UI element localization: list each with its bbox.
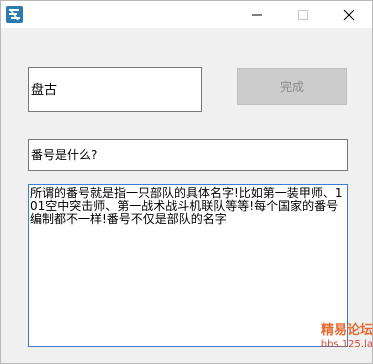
question-input[interactable]: 番号是什么? (28, 139, 348, 171)
app-logo-icon (6, 6, 23, 23)
forum-watermark: 精易论坛 bbs.125.la (297, 324, 373, 352)
app-window: 盘古 完成 番号是什么? 所谓的番号就是指一只部队的具体名字!比如第一装甲师、1… (0, 0, 373, 364)
watermark-title: 精易论坛 (320, 323, 373, 338)
watermark-url: bbs.125.la (320, 339, 373, 350)
maximize-button[interactable] (280, 1, 326, 28)
name-input[interactable]: 盘古 (28, 67, 202, 112)
close-icon (343, 9, 355, 20)
close-button[interactable] (326, 1, 372, 28)
minimize-icon (252, 14, 262, 15)
minimize-button[interactable] (234, 1, 280, 28)
title-bar[interactable] (1, 1, 372, 28)
answer-textarea[interactable]: 所谓的番号就是指一只部队的具体名字!比如第一装甲师、101空中突击师、第一战术战… (28, 184, 348, 347)
maximize-icon (298, 9, 308, 20)
done-button[interactable]: 完成 (237, 68, 347, 105)
